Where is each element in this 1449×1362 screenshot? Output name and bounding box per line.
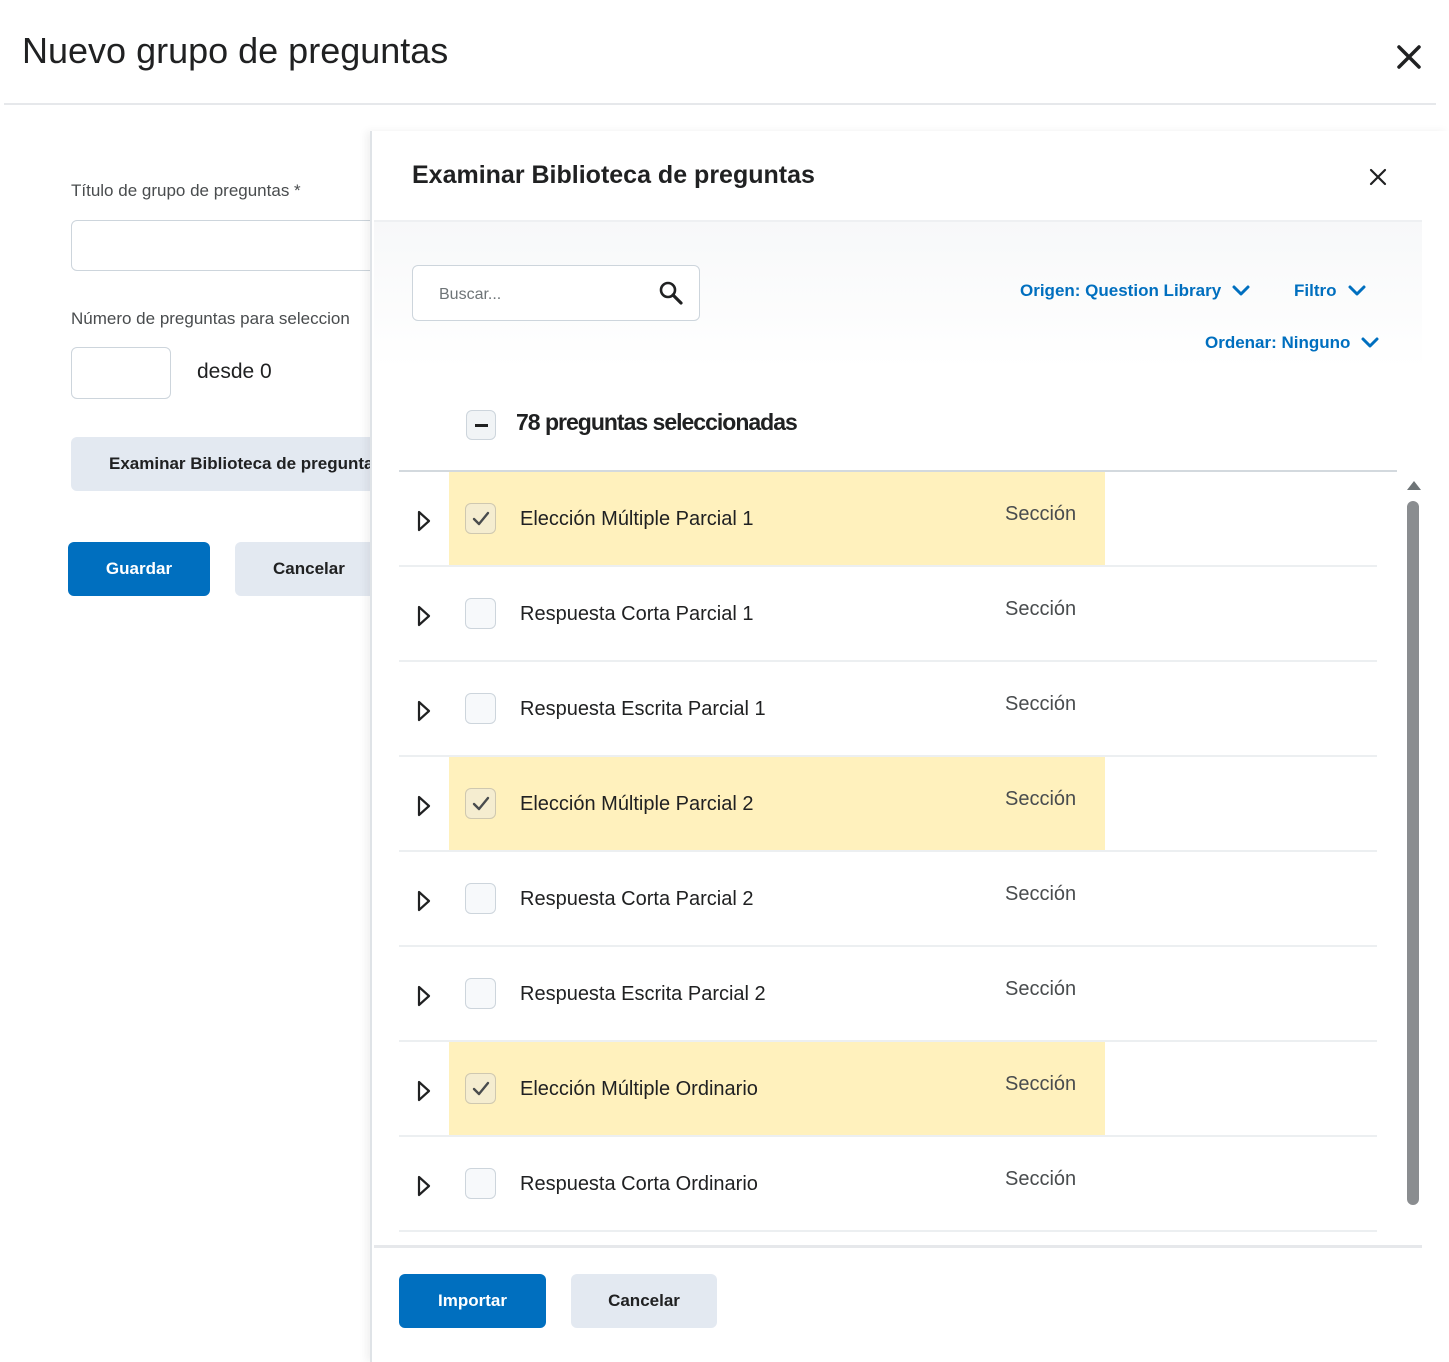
question-type: Sección — [1005, 503, 1077, 525]
question-type: Sección — [1005, 1168, 1077, 1190]
sort-dropdown-label: Ordenar: Ninguno — [1205, 333, 1351, 352]
question-name: Elección Múltiple Parcial 1 — [520, 508, 754, 530]
question-checkbox[interactable] — [465, 1168, 496, 1199]
question-type: Sección — [1005, 978, 1077, 1000]
import-button[interactable]: Importar — [399, 1274, 546, 1328]
expand-triangle-icon[interactable] — [417, 1080, 431, 1102]
expand-triangle-icon[interactable] — [417, 1175, 431, 1197]
question-name: Elección Múltiple Parcial 2 — [520, 793, 754, 815]
cancel-label: Cancelar — [273, 559, 345, 578]
title-input[interactable] — [71, 220, 411, 271]
question-checkbox[interactable] — [465, 1073, 496, 1104]
expand-triangle-icon[interactable] — [417, 605, 431, 627]
question-name: Elección Múltiple Ordinario — [520, 1078, 758, 1100]
sort-dropdown[interactable]: Ordenar: Ninguno — [1205, 333, 1380, 353]
panel-cancel-button[interactable]: Cancelar — [571, 1274, 717, 1328]
close-icon[interactable] — [1392, 40, 1426, 74]
question-row[interactable]: Respuesta Escrita Parcial 2 Sección — [399, 947, 1377, 1042]
question-row[interactable]: Respuesta Corta Parcial 1 Sección — [399, 567, 1377, 662]
question-library-panel: Examinar Biblioteca de preguntas Buscar.… — [370, 131, 1449, 1362]
question-checkbox[interactable] — [465, 693, 496, 724]
search-icon[interactable] — [658, 280, 684, 306]
panel-title: Examinar Biblioteca de preguntas — [412, 161, 815, 189]
question-row[interactable]: Respuesta Corta Parcial 2 Sección — [399, 852, 1377, 947]
expand-triangle-icon[interactable] — [417, 985, 431, 1007]
chevron-down-icon — [1348, 285, 1365, 296]
expand-triangle-icon[interactable] — [417, 890, 431, 912]
question-name: Respuesta Corta Ordinario — [520, 1173, 758, 1195]
panel-cancel-label: Cancelar — [608, 1291, 680, 1310]
select-all-checkbox[interactable] — [466, 410, 496, 440]
expand-triangle-icon[interactable] — [417, 700, 431, 722]
checkmark-icon — [472, 1081, 490, 1096]
question-checkbox[interactable] — [465, 978, 496, 1009]
question-type: Sección — [1005, 883, 1077, 905]
question-checkbox[interactable] — [465, 598, 496, 629]
header-divider — [4, 103, 1436, 105]
question-type: Sección — [1005, 788, 1077, 810]
question-row[interactable]: Elección Múltiple Parcial 1 Sección — [399, 472, 1377, 567]
source-dropdown[interactable]: Origen: Question Library — [1020, 281, 1251, 301]
close-icon[interactable] — [1367, 166, 1389, 188]
filter-dropdown-label: Filtro — [1294, 281, 1337, 300]
checkmark-icon — [472, 511, 490, 526]
chevron-down-icon — [1361, 337, 1379, 348]
search-input[interactable]: Buscar... — [412, 265, 700, 321]
scroll-up-icon[interactable] — [1407, 481, 1421, 490]
question-name: Respuesta Escrita Parcial 2 — [520, 983, 766, 1005]
import-label: Importar — [438, 1291, 507, 1310]
question-checkbox[interactable] — [465, 883, 496, 914]
search-placeholder: Buscar... — [439, 286, 502, 303]
chevron-down-icon — [1232, 285, 1250, 296]
scrollbar-thumb[interactable] — [1407, 501, 1419, 1205]
question-type: Sección — [1005, 693, 1077, 715]
save-button[interactable]: Guardar — [68, 542, 210, 596]
question-type: Sección — [1005, 1073, 1077, 1095]
question-name: Respuesta Corta Parcial 2 — [520, 888, 754, 910]
number-field-label: Número de preguntas para seleccion — [71, 309, 350, 328]
checkmark-icon — [472, 796, 490, 811]
selected-count: 78 preguntas seleccionadas — [516, 409, 798, 435]
number-input[interactable] — [71, 347, 171, 399]
expand-triangle-icon[interactable] — [417, 795, 431, 817]
question-checkbox[interactable] — [465, 788, 496, 819]
browse-library-button[interactable]: Examinar Biblioteca de pregunta — [71, 437, 411, 491]
question-row[interactable]: Elección Múltiple Parcial 2 Sección — [399, 757, 1377, 852]
question-name: Respuesta Corta Parcial 1 — [520, 603, 754, 625]
question-type: Sección — [1005, 598, 1077, 620]
panel-footer-divider — [374, 1245, 1422, 1248]
from-count-text: desde 0 — [197, 360, 272, 383]
source-dropdown-label: Origen: Question Library — [1020, 281, 1222, 300]
question-checkbox[interactable] — [465, 503, 496, 534]
question-name: Respuesta Escrita Parcial 1 — [520, 698, 766, 720]
browse-library-label: Examinar Biblioteca de pregunta — [109, 454, 374, 473]
question-row[interactable]: Respuesta Corta Ordinario Sección — [399, 1137, 1377, 1232]
title-field-label: Título de grupo de preguntas * — [71, 181, 301, 200]
expand-triangle-icon[interactable] — [417, 510, 431, 532]
question-row[interactable]: Elección Múltiple Ordinario Sección — [399, 1042, 1377, 1137]
question-row[interactable]: Respuesta Escrita Parcial 1 Sección — [399, 662, 1377, 757]
dialog-title: Nuevo grupo de preguntas — [22, 30, 449, 71]
save-label: Guardar — [105, 559, 173, 578]
filter-dropdown[interactable]: Filtro — [1294, 281, 1367, 301]
